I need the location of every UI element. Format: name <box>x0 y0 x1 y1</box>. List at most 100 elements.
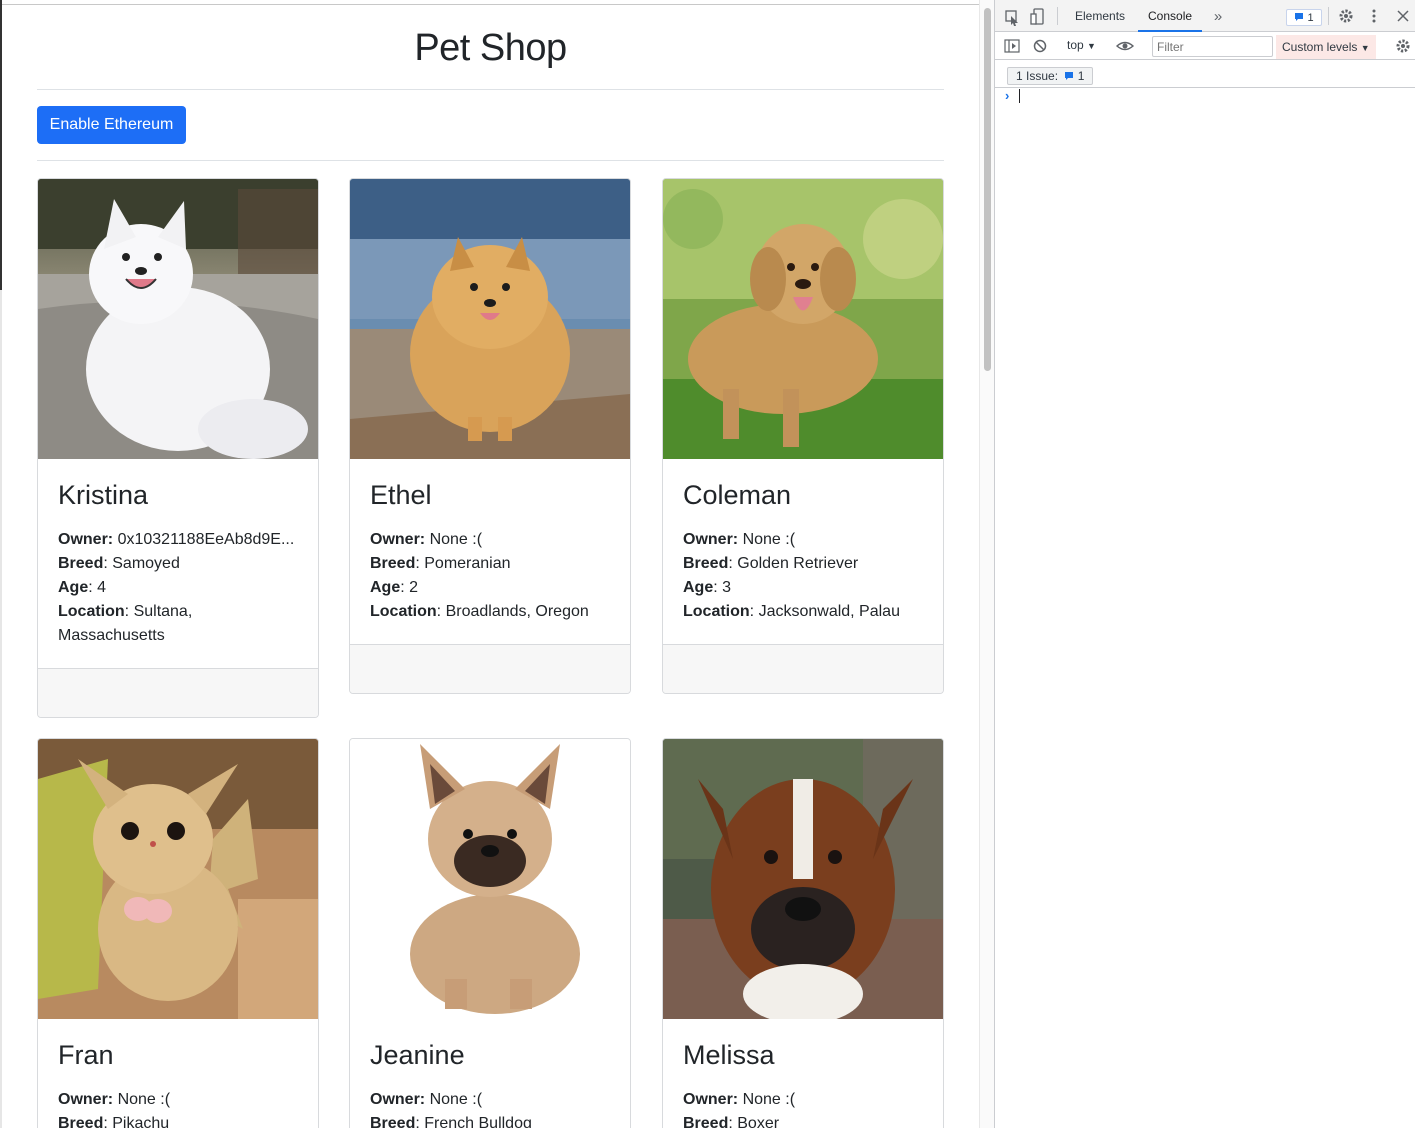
clear-console-icon[interactable] <box>1029 34 1051 58</box>
tab-console[interactable]: Console <box>1138 0 1203 32</box>
breed-label: Breed <box>370 555 416 572</box>
breed-value: Pomeranian <box>424 555 511 572</box>
pet-owner: Owner: None :( <box>683 1088 923 1112</box>
context-selector[interactable]: top ▼ <box>1067 38 1096 52</box>
issue-count: 1 <box>1307 12 1314 24</box>
breed-label: Breed <box>58 555 104 572</box>
age-label: Age <box>370 579 401 596</box>
pet-name: Kristina <box>58 480 149 510</box>
owner-label: Owner: <box>58 1091 114 1108</box>
close-devtools-icon[interactable] <box>1392 0 1414 32</box>
location-value: Broadlands, Oregon <box>445 603 589 620</box>
breed-value: French Bulldog <box>424 1115 532 1128</box>
location-label: Location <box>58 603 125 620</box>
owner-value: None :( <box>425 531 483 548</box>
page-scrollbar[interactable] <box>979 0 994 1128</box>
device-toolbar-icon[interactable] <box>1027 0 1049 32</box>
issues-badge[interactable]: 1 <box>1286 9 1322 26</box>
pet-name: Coleman <box>683 480 792 510</box>
owner-value: None :( <box>738 531 796 548</box>
pet-breed: Breed: Boxer <box>683 1112 923 1128</box>
card-footer <box>350 644 630 693</box>
kebab-menu-icon[interactable] <box>1363 0 1385 32</box>
dropdown-arrow-icon: ▼ <box>1087 41 1096 51</box>
age-value: 4 <box>97 579 107 596</box>
toolbar-separator <box>1328 7 1329 25</box>
message-icon <box>1065 72 1074 80</box>
dropdown-arrow-icon: ▼ <box>1360 43 1370 53</box>
console-settings-gear-icon[interactable] <box>1393 34 1413 58</box>
scrollbar-thumb[interactable] <box>984 8 991 371</box>
age-value: 2 <box>409 579 419 596</box>
pet-card: Kristina Owner: 0x10321188EeAb8d9E... Br… <box>37 178 319 718</box>
pet-photo-pikachu <box>38 739 318 1019</box>
breed-value: Boxer <box>737 1115 780 1128</box>
more-tabs-icon[interactable]: » <box>1207 0 1229 32</box>
console-filter-input[interactable] <box>1152 36 1273 57</box>
breed-value: Samoyed <box>112 555 180 572</box>
breed-value: Golden Retriever <box>737 555 859 572</box>
pet-breed: Breed: Pikachu <box>58 1112 298 1128</box>
console-toolbar: top ▼ Custom levels ▼ <box>995 32 1415 60</box>
pet-breed: Breed: Pomeranian <box>370 555 511 572</box>
pet-location: Location: Broadlands, Oregon <box>370 603 589 620</box>
pet-card: Ethel Owner: None :( Breed: Pomeranian A… <box>349 178 631 694</box>
console-input-caret[interactable] <box>1019 89 1020 103</box>
issues-bar: 1 Issue: 1 <box>995 60 1415 88</box>
enable-ethereum-button[interactable]: Enable Ethereum <box>37 106 186 144</box>
breed-label: Breed <box>683 555 729 572</box>
age-label: Age <box>683 579 714 596</box>
pet-photo-french-bulldog <box>350 739 630 1019</box>
pet-photo-samoyed <box>38 179 318 459</box>
owner-value: None :( <box>425 1091 483 1108</box>
sidebar-toggle-icon[interactable] <box>1001 34 1023 58</box>
pet-owner: Owner: None :( <box>370 528 610 552</box>
settings-gear-icon[interactable] <box>1335 0 1357 32</box>
pet-name: Ethel <box>370 480 432 510</box>
owner-label: Owner: <box>683 1091 739 1108</box>
owner-value: 0x10321188EeAb8d9E... <box>113 531 295 548</box>
pet-photo-boxer <box>663 739 943 1019</box>
pet-owner: Owner: 0x10321188EeAb8d9E... <box>58 528 298 552</box>
inspect-element-icon[interactable] <box>1001 0 1023 32</box>
card-footer <box>38 668 318 717</box>
pet-owner: Owner: None :( <box>58 1088 298 1112</box>
pet-age: Age: 4 <box>58 579 107 596</box>
divider <box>37 89 944 90</box>
pet-age: Age: 2 <box>370 579 419 596</box>
console-prompt-icon: › <box>1005 88 1010 103</box>
message-icon <box>1295 13 1304 21</box>
context-value: top <box>1067 38 1084 52</box>
page-title: Pet Shop <box>414 27 567 69</box>
live-expression-eye-icon[interactable] <box>1114 34 1136 58</box>
pet-breed: Breed: French Bulldog <box>370 1112 610 1128</box>
tab-elements[interactable]: Elements <box>1065 0 1135 32</box>
location-label: Location <box>370 603 437 620</box>
owner-value: None :( <box>738 1091 796 1108</box>
pet-breed: Breed: Samoyed <box>58 555 180 572</box>
issues-button[interactable]: 1 Issue: 1 <box>1007 67 1094 85</box>
location-value: Jacksonwald, Palau <box>758 603 900 620</box>
pet-owner: Owner: None :( <box>683 528 923 552</box>
pet-photo-pomeranian <box>350 179 630 459</box>
pet-photo-golden-retriever <box>663 179 943 459</box>
pet-name: Melissa <box>683 1040 775 1070</box>
owner-label: Owner: <box>58 531 114 548</box>
owner-label: Owner: <box>370 1091 426 1108</box>
age-value: 3 <box>722 579 732 596</box>
levels-label: Custom levels <box>1282 40 1358 54</box>
pet-location: Location: Sultana, Massachusetts <box>58 603 193 644</box>
browser-viewport: Pet Shop Enable Ethereum Kristina Owner:… <box>0 0 979 1128</box>
viewport-top-border <box>0 0 979 5</box>
pet-location: Location: Jacksonwald, Palau <box>683 603 900 620</box>
owner-value: None :( <box>113 1091 171 1108</box>
issues-label: 1 Issue: <box>1016 69 1059 83</box>
card-footer <box>663 644 943 693</box>
pet-name: Jeanine <box>370 1040 465 1070</box>
pet-card: Jeanine Owner: None :( Breed: French Bul… <box>349 738 631 1128</box>
log-levels-dropdown[interactable]: Custom levels ▼ <box>1276 35 1376 59</box>
pet-name: Fran <box>58 1040 114 1070</box>
breed-label: Breed <box>370 1115 416 1128</box>
breed-value: Pikachu <box>112 1115 170 1128</box>
divider <box>37 160 944 161</box>
